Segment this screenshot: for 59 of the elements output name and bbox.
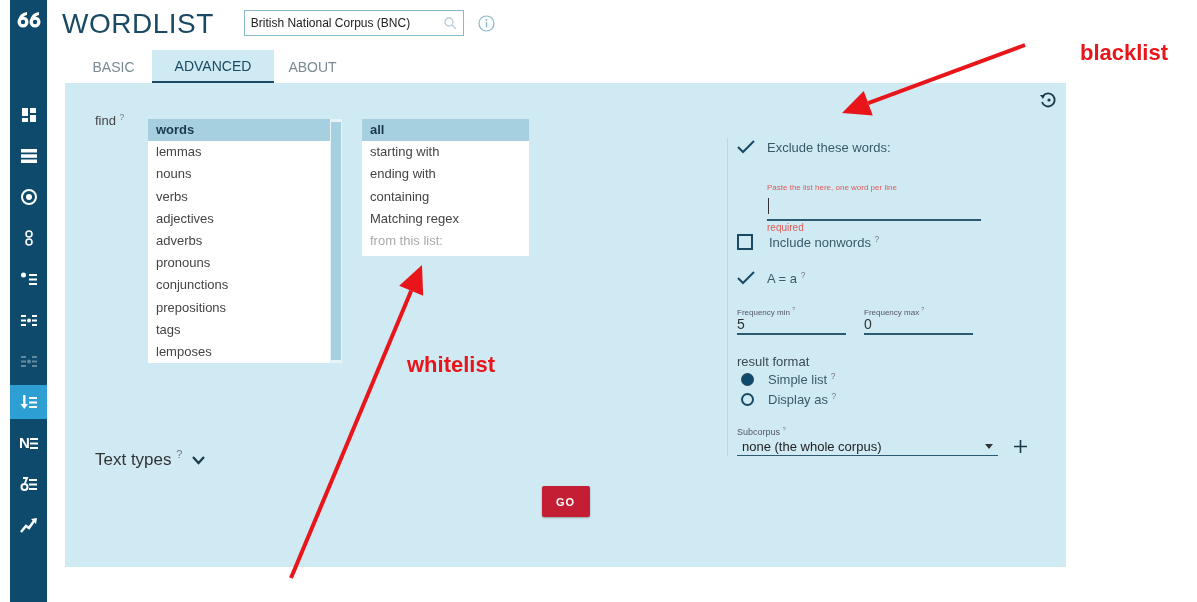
- list-item[interactable]: prepositions: [148, 296, 330, 319]
- plus-icon[interactable]: [1014, 440, 1027, 453]
- frequency-field[interactable]: Frequency max $^{?}$ 0: [864, 308, 973, 336]
- checkbox-label: A = a $^{?}$: [767, 270, 806, 286]
- list-item[interactable]: tags: [148, 318, 330, 341]
- field-label: Subcorpus $^{?}$: [737, 427, 787, 437]
- go-button[interactable]: GO: [541, 486, 590, 517]
- list-item[interactable]: pronouns: [148, 252, 330, 275]
- search-icon: [443, 16, 457, 30]
- list-item[interactable]: adjectives: [148, 207, 330, 230]
- checkmark-icon[interactable]: [737, 140, 755, 155]
- list-item[interactable]: lemmas: [148, 141, 330, 164]
- find-label: find $^{?}$: [95, 113, 126, 128]
- list-item[interactable]: lemposes: [148, 340, 330, 364]
- list-item[interactable]: ending with: [362, 163, 529, 186]
- field-label: Paste the list here, one word per line: [767, 182, 898, 192]
- list-item[interactable]: Matching regex: [362, 207, 529, 230]
- dropdown-caret-icon: [985, 443, 993, 449]
- dashboard-icon[interactable]: [19, 106, 38, 124]
- trend-icon[interactable]: [19, 516, 38, 534]
- annotation-label: blacklist: [1080, 40, 1169, 66]
- icon-letter[interactable]: N: [19, 434, 30, 452]
- target-icon[interactable]: [19, 188, 38, 206]
- list-item[interactable]: conjunctions: [148, 274, 330, 297]
- annotation-label: whitelist: [407, 352, 495, 378]
- radio-button[interactable]: [741, 392, 754, 406]
- frequency-field[interactable]: Frequency min $^{?}$ 5: [737, 308, 846, 336]
- radio-label: Display as $^{?}$: [768, 391, 837, 407]
- radio-label: Simple list $^{?}$: [768, 371, 836, 387]
- chevron-down-icon[interactable]: [192, 455, 206, 465]
- bullet-list-icon[interactable]: [19, 270, 38, 288]
- checkbox-label: Include nonwords $^{?}$: [769, 234, 880, 250]
- quote-logo-icon[interactable]: [16, 10, 41, 30]
- list-icon[interactable]: [19, 147, 38, 165]
- sort-down-icon[interactable]: [19, 393, 38, 411]
- delta-list-icon[interactable]: [19, 475, 38, 493]
- checkmark-icon[interactable]: [737, 271, 755, 286]
- list-item[interactable]: verbs: [148, 185, 330, 208]
- error-message: required: [767, 222, 805, 232]
- list-item[interactable]: starting with: [362, 141, 529, 164]
- list-item[interactable]: words: [148, 119, 330, 142]
- lines-icon[interactable]: [29, 437, 38, 449]
- checkbox[interactable]: [737, 234, 753, 251]
- tab[interactable]: ABOUT: [274, 50, 351, 83]
- tab[interactable]: ADVANCED: [152, 50, 274, 83]
- corpus-search-field[interactable]: British National Corpus (BNC): [243, 10, 464, 36]
- tab[interactable]: BASIC: [75, 50, 152, 83]
- radio-button[interactable]: [741, 372, 754, 386]
- section-toggle[interactable]: Text types $^{?}$: [95, 450, 183, 470]
- list-item[interactable]: all: [362, 119, 529, 142]
- page-title: WORDLIST: [62, 8, 214, 40]
- reset-icon[interactable]: [1039, 91, 1057, 109]
- list-item[interactable]: containing: [362, 185, 529, 208]
- list-item[interactable]: adverbs: [148, 229, 330, 253]
- subcorpus-dropdown[interactable]: none (the whole corpus): [737, 437, 998, 456]
- scrollbar[interactable]: [330, 119, 342, 364]
- section-label: result format: [737, 354, 811, 370]
- list-item[interactable]: nouns: [148, 163, 330, 186]
- checkbox-label: Exclude these words:: [767, 139, 891, 155]
